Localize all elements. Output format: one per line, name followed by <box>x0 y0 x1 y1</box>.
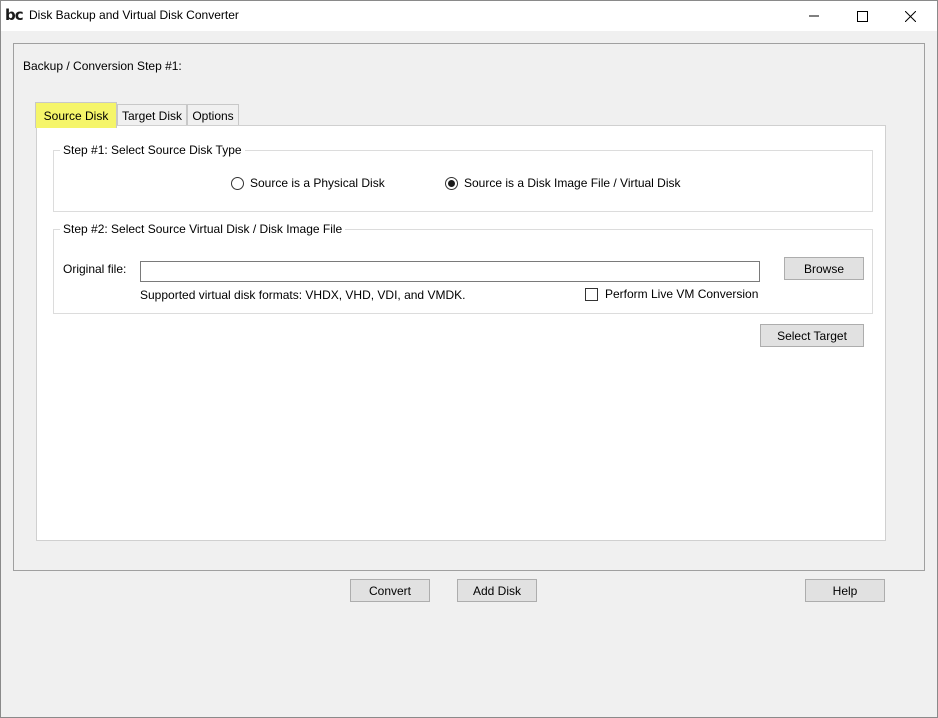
live-vm-conversion-label[interactable]: Perform Live VM Conversion <box>605 287 758 301</box>
browse-button[interactable]: Browse <box>784 257 864 280</box>
help-button[interactable]: Help <box>805 579 885 602</box>
tab-options[interactable]: Options <box>187 104 239 126</box>
live-vm-conversion-option[interactable]: Perform Live VM Conversion <box>585 287 758 301</box>
radio-physical-disk-circle[interactable] <box>231 176 244 190</box>
app-logo-icon: bc <box>5 6 24 24</box>
step-heading: Backup / Conversion Step #1: <box>23 59 182 73</box>
maximize-icon <box>856 10 868 22</box>
title-bar[interactable]: bc Disk Backup and Virtual Disk Converte… <box>1 1 937 31</box>
maximize-button[interactable] <box>839 1 885 31</box>
source-file-legend: Step #2: Select Source Virtual Disk / Di… <box>60 222 346 236</box>
original-file-input[interactable] <box>140 261 760 282</box>
radio-selected-dot <box>448 179 455 187</box>
close-button[interactable] <box>887 1 933 31</box>
app-window: bc Disk Backup and Virtual Disk Converte… <box>0 0 938 718</box>
select-target-button[interactable]: Select Target <box>760 324 864 347</box>
source-type-legend: Step #1: Select Source Disk Type <box>60 143 245 157</box>
tab-source-disk[interactable]: Source Disk <box>35 102 117 128</box>
close-icon <box>904 10 916 22</box>
minimize-icon <box>809 15 819 17</box>
convert-button[interactable]: Convert <box>350 579 430 602</box>
radio-disk-image-circle[interactable] <box>445 176 458 190</box>
add-disk-button[interactable]: Add Disk <box>457 579 537 602</box>
original-file-label: Original file: <box>63 262 127 276</box>
tab-target-disk[interactable]: Target Disk <box>117 104 187 126</box>
radio-physical-disk[interactable]: Source is a Physical Disk <box>231 176 385 190</box>
minimize-button[interactable] <box>791 1 837 31</box>
live-vm-conversion-checkbox[interactable] <box>585 287 598 301</box>
window-title: Disk Backup and Virtual Disk Converter <box>29 8 239 22</box>
supported-formats-note: Supported virtual disk formats: VHDX, VH… <box>140 288 466 302</box>
radio-physical-disk-label[interactable]: Source is a Physical Disk <box>250 176 385 190</box>
radio-disk-image-label[interactable]: Source is a Disk Image File / Virtual Di… <box>464 176 681 190</box>
radio-disk-image[interactable]: Source is a Disk Image File / Virtual Di… <box>445 176 681 190</box>
